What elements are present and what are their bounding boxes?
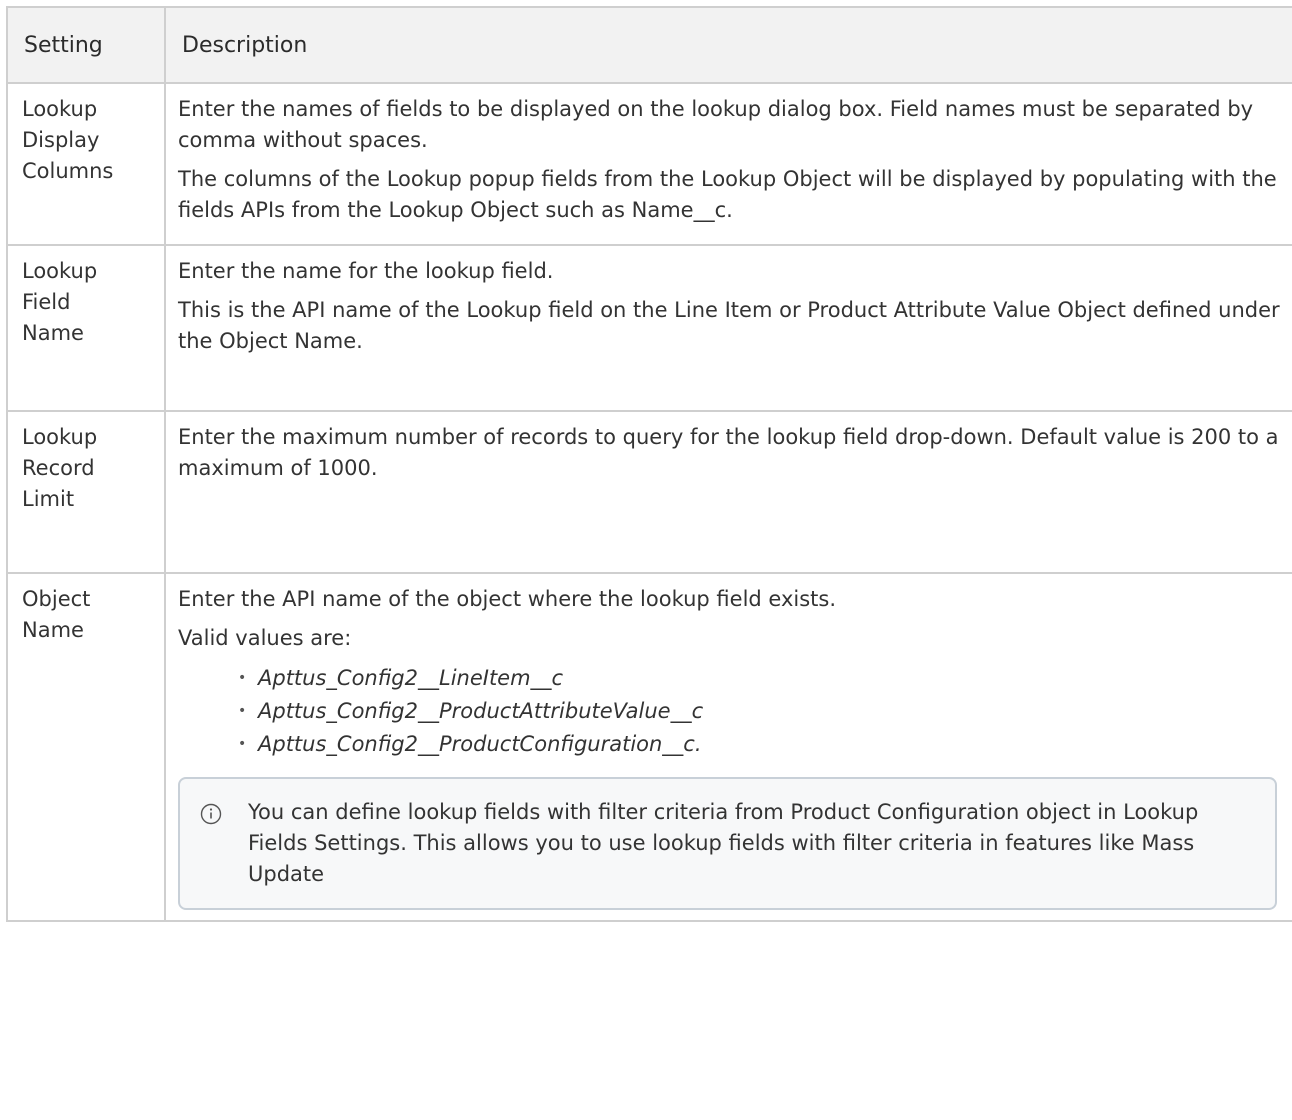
value-text: Apttus_Config2__LineItem__c — [258, 666, 564, 690]
setting-name-line: Object — [22, 587, 91, 611]
value-text: Apttus_Config2__ProductAttributeValue__c — [258, 699, 704, 723]
info-note: You can define lookup fields with filter… — [178, 777, 1277, 910]
table-row: Lookup Display Columns Enter the names o… — [6, 82, 1292, 246]
header-description: Description — [164, 6, 1292, 84]
description-paragraph: Enter the API name of the object where t… — [178, 587, 837, 611]
setting-name-line: Lookup — [22, 425, 98, 449]
setting-cell: Lookup Record Limit — [6, 410, 166, 574]
setting-name-line: Columns — [22, 159, 114, 183]
bullet-icon: • — [238, 670, 247, 686]
description-paragraph: Enter the name for the lookup field. — [178, 259, 554, 283]
bullet-icon: • — [238, 703, 247, 719]
value-text: Apttus_Config2__ProductConfiguration__c. — [258, 732, 702, 756]
valid-values-list: • Apttus_Config2__LineItem__c • Apttus_Con… — [178, 662, 1282, 761]
description-paragraph: Enter the maximum number of records to q… — [178, 425, 1279, 480]
setting-name-line: Limit — [22, 487, 75, 511]
table-header-row: Setting Description — [6, 6, 1292, 84]
description-paragraph: Valid values are: — [178, 626, 352, 650]
description-cell: Enter the names of fields to be displaye… — [164, 82, 1292, 246]
description-paragraph: The columns of the Lookup popup fields f… — [178, 167, 1277, 222]
table-row: Lookup Record Limit Enter the maximum nu… — [6, 410, 1292, 574]
setting-name-line: Record — [22, 456, 95, 480]
list-item: • Apttus_Config2__LineItem__c — [238, 662, 1282, 695]
setting-name-line: Name — [22, 618, 84, 642]
setting-name-line: Display — [22, 128, 100, 152]
description-paragraph: This is the API name of the Lookup field… — [178, 298, 1280, 353]
table-row: Lookup Field Name Enter the name for the… — [6, 244, 1292, 412]
description-cell: Enter the name for the lookup field. Thi… — [164, 244, 1292, 412]
list-item: • Apttus_Config2__ProductConfiguration__c… — [238, 728, 1282, 761]
setting-cell: Object Name — [6, 572, 166, 922]
description-cell: Enter the API name of the object where t… — [164, 572, 1292, 922]
setting-cell: Lookup Display Columns — [6, 82, 166, 246]
setting-name-line: Field — [22, 290, 71, 314]
setting-name-line: Name — [22, 321, 84, 345]
setting-cell: Lookup Field Name — [6, 244, 166, 412]
setting-name-line: Lookup — [22, 259, 98, 283]
description-cell: Enter the maximum number of records to q… — [164, 410, 1292, 574]
list-item: • Apttus_Config2__ProductAttributeValue__… — [238, 695, 1282, 728]
bullet-icon: • — [238, 736, 247, 752]
description-paragraph: Enter the names of fields to be displaye… — [178, 97, 1254, 152]
setting-name-line: Lookup — [22, 97, 98, 121]
info-icon — [200, 803, 222, 825]
settings-table: Setting Description Lookup Display Colum… — [6, 6, 1292, 922]
note-text: You can define lookup fields with filter… — [248, 800, 1199, 886]
table-row: Object Name Enter the API name of the ob… — [6, 572, 1292, 922]
header-setting: Setting — [6, 6, 166, 84]
